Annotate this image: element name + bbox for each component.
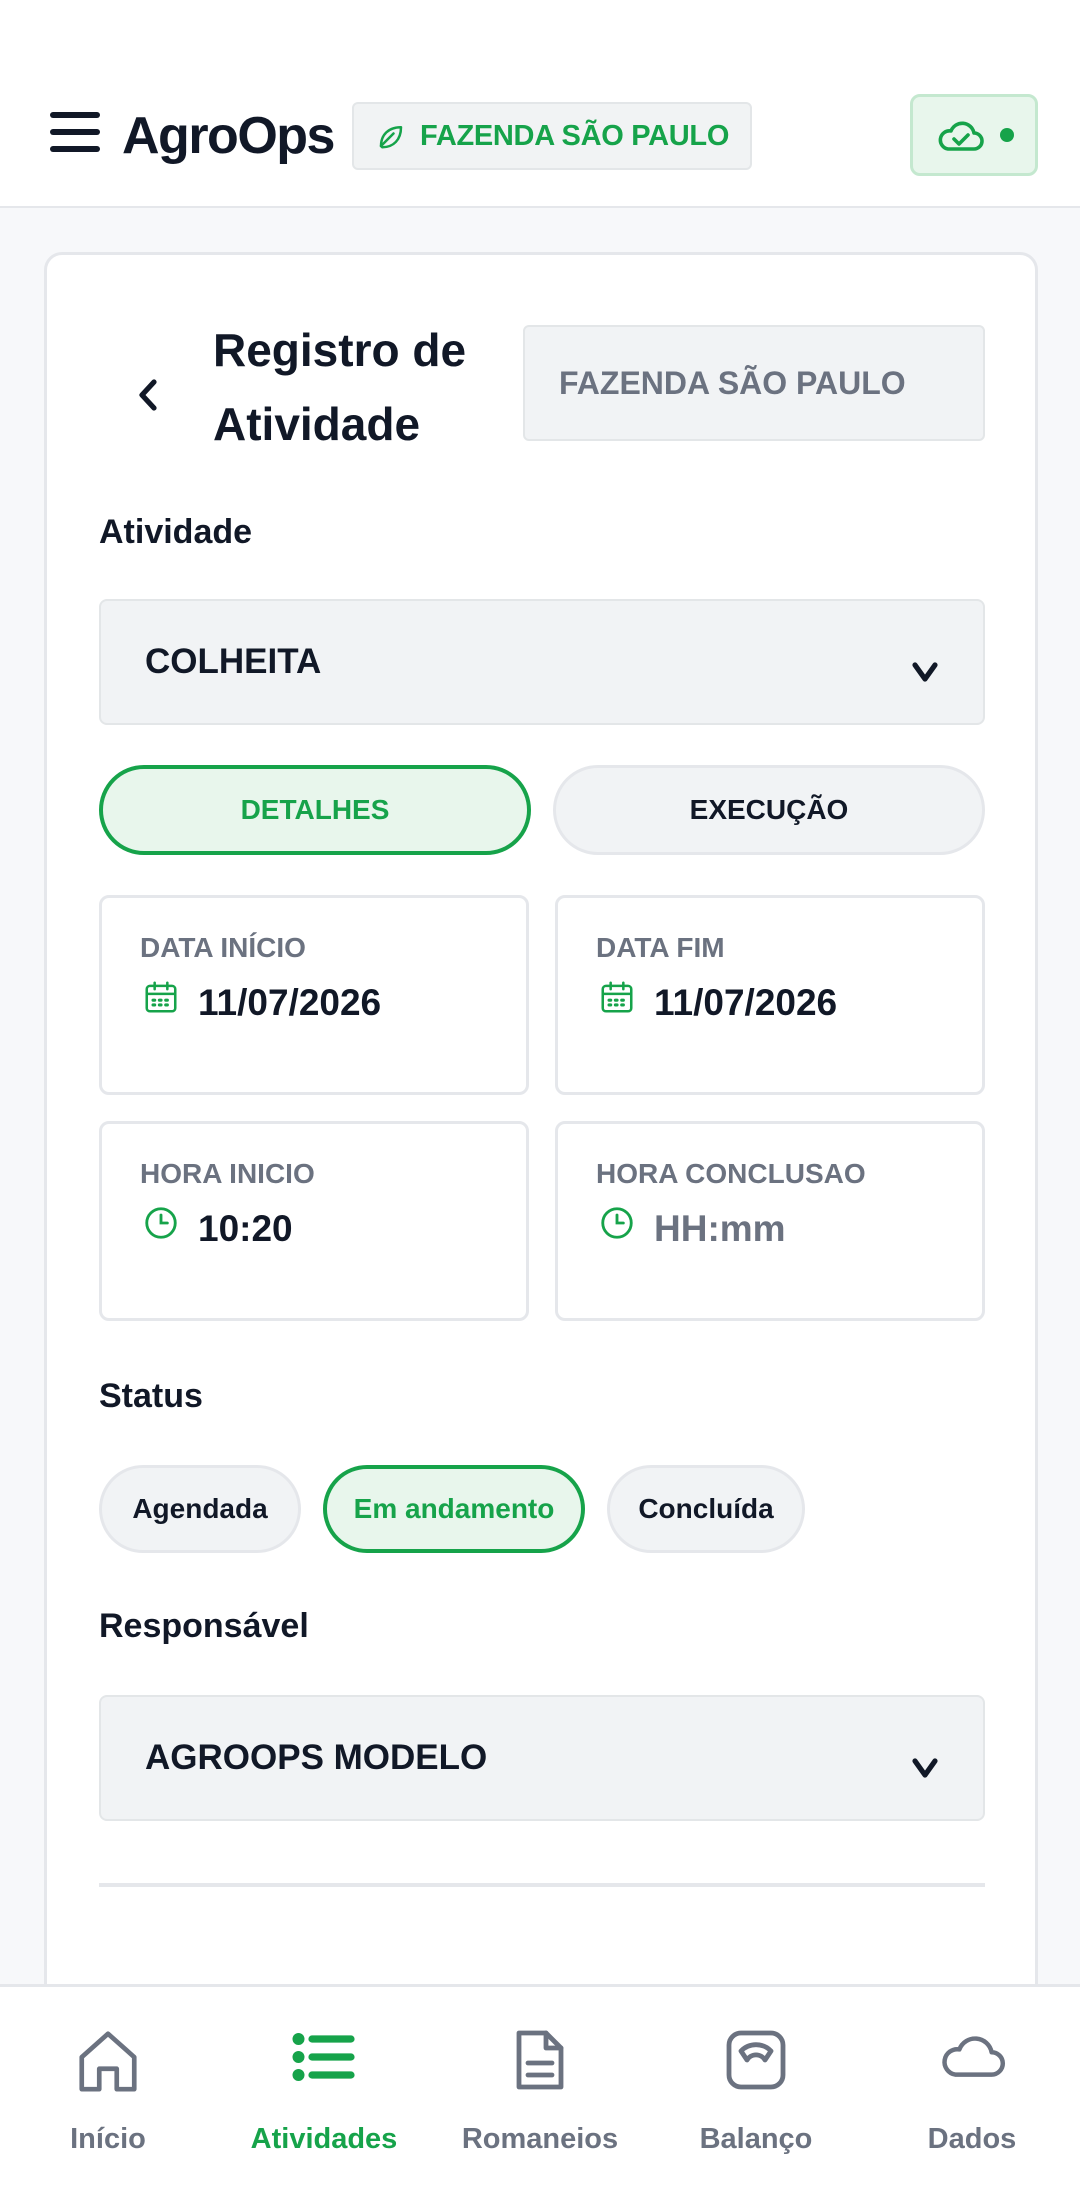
- activity-label: Atividade: [99, 513, 253, 551]
- document-icon: [516, 2030, 564, 2090]
- nav-item-romaneios[interactable]: Romaneios: [432, 1987, 648, 2212]
- activity-select[interactable]: COLHEITA: [99, 599, 985, 725]
- nav-item-dados[interactable]: Dados: [864, 1987, 1080, 2212]
- app: AgroOps FAZENDA SÃO PAULO Registro de At…: [0, 0, 1080, 2212]
- end-time-field[interactable]: HORA CONCLUSAO HH:mm: [555, 1121, 985, 1321]
- clock-icon: [601, 1207, 633, 1239]
- cloud-check-icon: [938, 121, 984, 151]
- activity-select-value: COLHEITA: [145, 642, 322, 681]
- status-label: Status: [99, 1377, 203, 1415]
- nav-item-balanco[interactable]: Balanço: [648, 1987, 864, 2212]
- tab-details[interactable]: DETALHES: [99, 765, 531, 855]
- end-date-label: DATA FIM: [596, 932, 725, 963]
- cloud-icon: [942, 2036, 1005, 2077]
- responsible-select-value: AGROOPS MODELO: [145, 1738, 488, 1777]
- app-brand: AgroOps: [122, 107, 335, 165]
- nav-label-romaneios: Romaneios: [461, 2123, 619, 2155]
- end-time-label: HORA CONCLUSAO: [596, 1158, 866, 1189]
- back-button[interactable]: [117, 365, 177, 425]
- chevron-left-icon: [139, 379, 157, 411]
- list-icon: [292, 2033, 355, 2081]
- calendar-icon: [601, 981, 633, 1013]
- chevron-down-icon: [912, 1758, 938, 1778]
- bottom-navigation: Início Atividades Romaneios Balanço Dado…: [0, 1984, 1080, 2212]
- start-time-field[interactable]: HORA INICIO 10:20: [99, 1121, 529, 1321]
- nav-label-dados: Dados: [927, 2123, 1017, 2155]
- sync-status-button[interactable]: [910, 94, 1038, 176]
- start-time-value: 10:20: [198, 1208, 293, 1249]
- end-date-field[interactable]: DATA FIM 11/07/2026: [555, 895, 985, 1095]
- start-date-label: DATA INÍCIO: [140, 932, 306, 963]
- clock-icon: [145, 1207, 177, 1239]
- farm-chip-label: FAZENDA SÃO PAULO: [420, 119, 730, 152]
- responsible-select[interactable]: AGROOPS MODELO: [99, 1695, 985, 1821]
- farm-selector-chip[interactable]: FAZENDA SÃO PAULO: [352, 102, 752, 170]
- start-date-field[interactable]: DATA INÍCIO 11/07/2026: [99, 895, 529, 1095]
- farm-field: FAZENDA SÃO PAULO: [523, 325, 985, 441]
- start-time-label: HORA INICIO: [140, 1158, 315, 1189]
- tab-execution[interactable]: EXECUÇÃO: [553, 765, 985, 855]
- menu-button[interactable]: [48, 112, 104, 154]
- activity-form-card: Registro de Atividade FAZENDA SÃO PAULO …: [44, 252, 1038, 2012]
- scale-icon: [726, 2030, 786, 2090]
- nav-label-atividades: Atividades: [250, 2123, 398, 2155]
- start-date-value: 11/07/2026: [198, 982, 382, 1023]
- page-title: Registro de Atividade: [213, 324, 467, 450]
- leaf-icon: [379, 126, 403, 149]
- end-time-placeholder: HH:mm: [654, 1208, 786, 1249]
- nav-label-inicio: Início: [70, 2123, 146, 2155]
- nav-label-balanco: Balanço: [699, 2123, 813, 2155]
- status-option-concluida[interactable]: Concluída: [607, 1465, 805, 1553]
- section-divider: [99, 1883, 985, 1887]
- status-option-em-andamento[interactable]: Em andamento: [323, 1465, 585, 1553]
- status-option-agendada[interactable]: Agendada: [99, 1465, 301, 1553]
- top-app-bar: AgroOps FAZENDA SÃO PAULO: [0, 0, 1080, 208]
- end-date-value: 11/07/2026: [654, 982, 838, 1023]
- nav-item-inicio[interactable]: Início: [0, 1987, 216, 2212]
- hamburger-icon: [50, 112, 100, 118]
- nav-item-atividades[interactable]: Atividades: [216, 1987, 432, 2212]
- hamburger-icon-line: [50, 146, 100, 152]
- responsible-label: Responsável: [99, 1607, 309, 1645]
- hamburger-icon-line: [50, 129, 100, 135]
- home-icon: [79, 2031, 137, 2092]
- chevron-down-icon: [912, 662, 938, 682]
- calendar-icon: [145, 981, 177, 1013]
- online-indicator-dot: [1000, 128, 1014, 142]
